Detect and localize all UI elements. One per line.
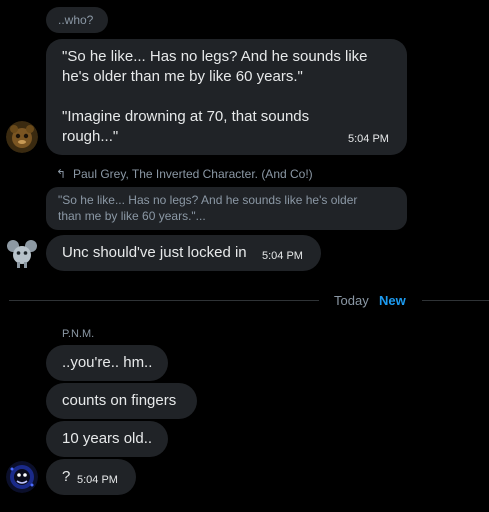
message-bubble-reply[interactable]: Unc should've just locked in 5:04 PM: [46, 235, 321, 271]
chat-window: ..who? "So he like... Has no legs? And h…: [0, 0, 489, 512]
reply-to-name: Paul Grey, The Inverted Character. (And …: [73, 167, 313, 181]
avatar-sender-2[interactable]: [6, 237, 38, 269]
avatar-sender-pnm[interactable]: [6, 461, 38, 493]
divider-new-label: New: [379, 293, 406, 308]
message-text: ..you're.. hm..: [62, 354, 153, 371]
message-line-1: "So he like... Has no legs? And he sound…: [62, 48, 368, 65]
message-text: ..who?: [58, 13, 94, 27]
avatar-image: [7, 240, 37, 268]
message-text: 10 years old..: [62, 430, 153, 447]
avatar-image: [6, 461, 38, 493]
message-line-4: rough...": [62, 128, 119, 145]
message-text: counts on fingers: [62, 392, 177, 409]
divider-line-right: [422, 300, 489, 301]
quoted-preview-line-1: "So he like... Has no legs? And he sound…: [58, 193, 358, 207]
avatar-sender-1[interactable]: [6, 121, 38, 153]
avatar-image: [6, 121, 38, 153]
message-bubble-2[interactable]: counts on fingers: [46, 383, 197, 419]
sender-name: P.N.M.: [62, 328, 95, 340]
divider-line-left: [9, 300, 319, 301]
message-text: ?: [62, 468, 71, 485]
message-bubble-3[interactable]: 10 years old..: [46, 421, 168, 457]
message-text: Unc should've just locked in: [62, 244, 247, 261]
quoted-preview[interactable]: "So he like... Has no legs? And he sound…: [46, 187, 407, 230]
message-bubble-quote[interactable]: "So he like... Has no legs? And he sound…: [46, 39, 407, 155]
quoted-preview-line-2: than me by like 60 years."...: [58, 209, 206, 223]
message-line-2: he's older than me by like 60 years.": [62, 68, 303, 85]
reply-arrow-icon: ↰: [56, 167, 67, 181]
message-timestamp: 5:04 PM: [262, 250, 303, 262]
message-line-3: "Imagine drowning at 70, that sounds: [62, 108, 310, 125]
message-timestamp: 5:04 PM: [77, 474, 118, 486]
divider-today-label: Today: [334, 293, 369, 308]
message-timestamp: 5:04 PM: [348, 133, 389, 145]
message-bubble-who[interactable]: ..who?: [46, 7, 108, 33]
message-bubble-4[interactable]: ? 5:04 PM: [46, 459, 136, 495]
message-bubble-1[interactable]: ..you're.. hm..: [46, 345, 168, 381]
